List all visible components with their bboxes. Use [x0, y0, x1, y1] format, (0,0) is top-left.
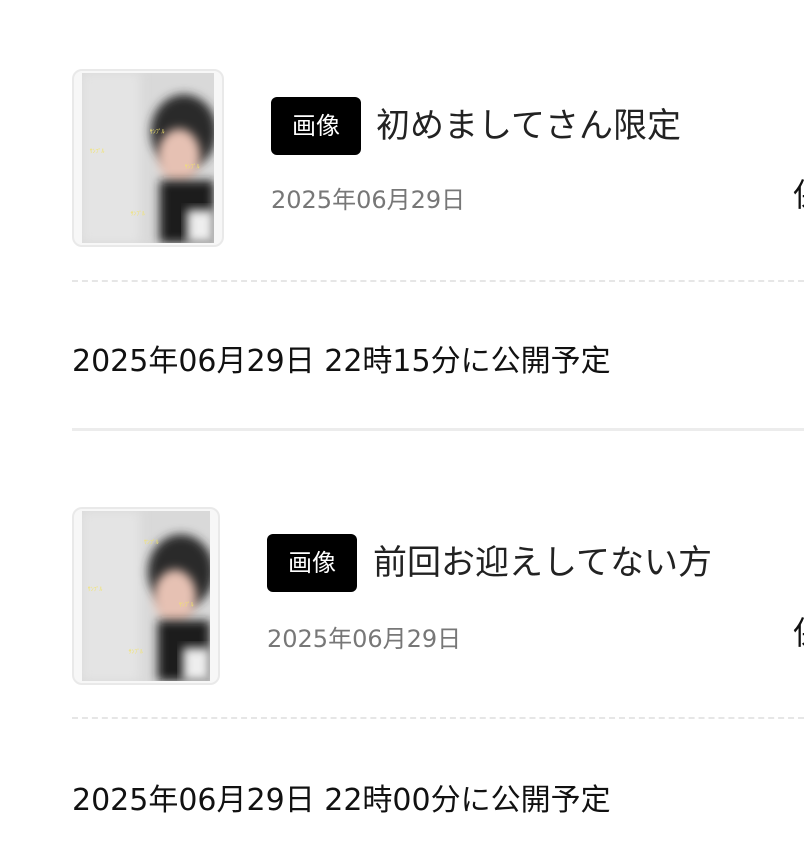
svg-text:ｻﾝﾌﾟﾙ: ｻﾝﾌﾟﾙ: [185, 164, 200, 171]
svg-text:ｻﾝﾌﾟﾙ: ｻﾝﾌﾟﾙ: [144, 539, 159, 546]
svg-text:ｻﾝﾌﾟﾙ: ｻﾝﾌﾟﾙ: [131, 211, 146, 218]
media-type-badge: 画像: [267, 534, 357, 592]
scheduled-publish-text: 2025年06月29日 22時00分に公開予定: [72, 783, 611, 818]
scheduled-publish-text: 2025年06月29日 22時15分に公開予定: [72, 344, 611, 379]
blurred-photo: ｻﾝﾌﾟﾙ ｻﾝﾌﾟﾙ ｻﾝﾌﾟﾙ ｻﾝﾌﾟﾙ: [82, 511, 210, 681]
svg-text:ｻﾝﾌﾟﾙ: ｻﾝﾌﾟﾙ: [90, 148, 105, 155]
svg-text:ｻﾝﾌﾟﾙ: ｻﾝﾌﾟﾙ: [129, 649, 144, 656]
svg-text:ｻﾝﾌﾟﾙ: ｻﾝﾌﾟﾙ: [150, 129, 165, 136]
save-label-clipped[interactable]: 保: [793, 170, 804, 216]
dashed-separator: [72, 717, 804, 719]
post-date: 2025年06月29日: [271, 186, 466, 214]
post-thumbnail[interactable]: ｻﾝﾌﾟﾙ ｻﾝﾌﾟﾙ ｻﾝﾌﾟﾙ ｻﾝﾌﾟﾙ: [72, 69, 224, 247]
dashed-separator: [72, 280, 804, 282]
post-title[interactable]: 初めましてさん限定: [376, 97, 681, 155]
post-thumbnail[interactable]: ｻﾝﾌﾟﾙ ｻﾝﾌﾟﾙ ｻﾝﾌﾟﾙ ｻﾝﾌﾟﾙ: [72, 507, 220, 685]
blurred-photo: ｻﾝﾌﾟﾙ ｻﾝﾌﾟﾙ ｻﾝﾌﾟﾙ ｻﾝﾌﾟﾙ: [82, 73, 214, 243]
save-label-clipped[interactable]: 保: [793, 608, 804, 654]
post-divider: [72, 428, 804, 431]
media-type-badge: 画像: [271, 97, 361, 155]
svg-text:ｻﾝﾌﾟﾙ: ｻﾝﾌﾟﾙ: [88, 586, 103, 593]
post-date: 2025年06月29日: [267, 625, 462, 653]
svg-text:ｻﾝﾌﾟﾙ: ｻﾝﾌﾟﾙ: [179, 602, 194, 609]
post-list: ｻﾝﾌﾟﾙ ｻﾝﾌﾟﾙ ｻﾝﾌﾟﾙ ｻﾝﾌﾟﾙ 画像 初めましてさん限定 202…: [0, 0, 804, 862]
post-title[interactable]: 前回お迎えしてない方: [373, 534, 712, 592]
